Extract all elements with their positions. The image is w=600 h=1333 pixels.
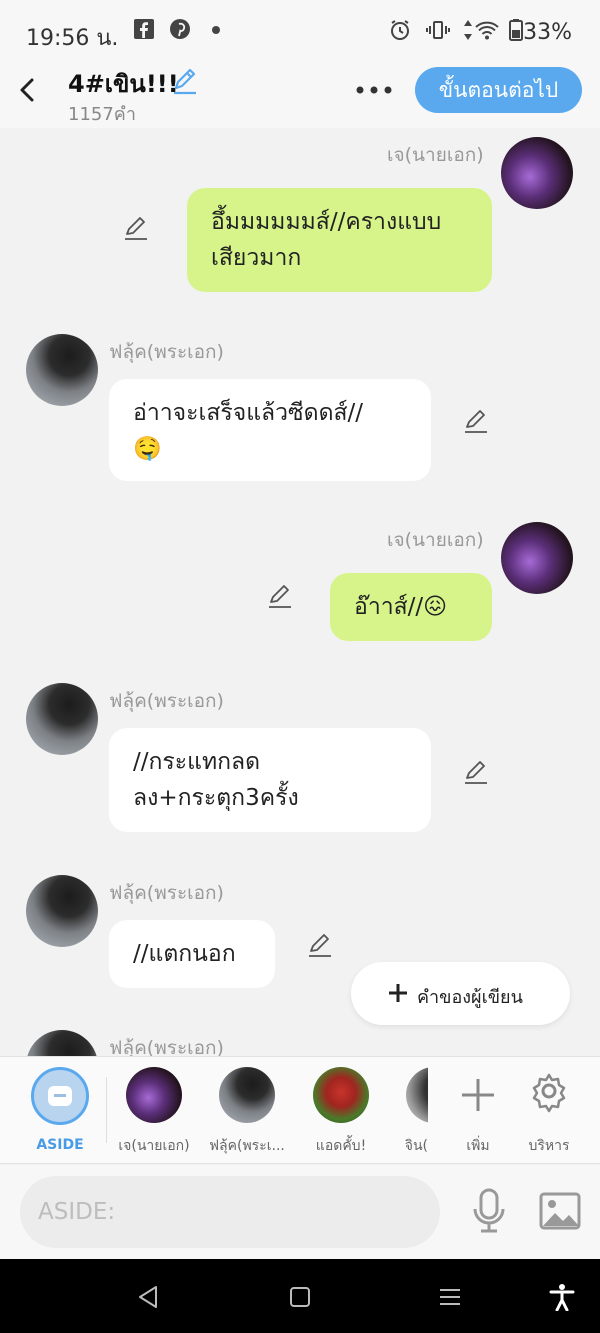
character-label: ASIDE [36,1137,84,1153]
alarm-icon [388,18,412,42]
character-label: บริหาร [528,1138,570,1154]
edit-title-pencil-icon[interactable] [170,66,200,96]
character-jin[interactable]: จิน( [372,1067,428,1157]
status-bar: 19:56 น. 33% [0,0,600,66]
avatar-jay[interactable] [501,522,573,594]
character-aside[interactable]: ASIDE [15,1067,105,1153]
message-sender: ฟลุ้ค(พระเอก) [109,882,224,904]
message-text-line: อ่าาจะเสร็จแล้วซีดดส์// [133,400,364,426]
message-text-line: //แตกนอก [133,941,236,967]
edit-message-pencil-icon[interactable] [306,931,334,959]
author-note-button[interactable]: คำของผู้เขียน [351,962,570,1025]
dot-icon [204,18,228,42]
navigation-bar [0,1259,600,1333]
avatar [219,1067,275,1123]
message-bubble[interactable]: //กระแทกลด ลง+กระตุก3ครั้ง [109,728,431,832]
avatar [406,1067,428,1123]
character-fluke[interactable]: ฟลุ้ค(พระเ... [202,1067,292,1157]
edit-message-pencil-icon[interactable] [462,758,490,786]
plus-icon [450,1067,506,1123]
message-text-line: 🤤 [133,436,162,462]
message-text-line: อึ้มมมมมมส์//ครางแบบ [211,209,442,235]
next-step-button[interactable]: ขั้นตอนต่อไป [415,67,582,113]
accessibility-icon[interactable] [548,1283,576,1312]
avatar-fluke[interactable] [26,683,98,755]
divider [106,1077,107,1143]
message-text-line: เสียวมาก [211,245,302,271]
chat-area[interactable]: เจ(นายเอก) อึ้มมมมมมส์//ครางแบบ เสียวมาก… [0,128,600,1056]
message-sender: ฟลุ้ค(พระเอก) [109,1037,224,1056]
character-label: จิน( [404,1138,428,1154]
edit-message-pencil-icon[interactable] [266,582,294,610]
message-sender: เจ(นายเอก) [387,529,484,551]
message-bubble[interactable]: //แตกนอก [109,920,275,988]
message-input[interactable] [20,1176,440,1248]
back-button[interactable] [12,72,44,108]
home-square-icon[interactable] [286,1283,314,1311]
back-triangle-icon[interactable] [134,1283,162,1311]
pinterest-icon [168,18,192,42]
avatar-fluke[interactable] [26,1030,98,1056]
message-text-line: ลง+กระตุก3ครั้ง [133,785,299,811]
message-sender: เจ(นายเอก) [387,144,484,166]
character-label: เจ(นายเอก) [118,1138,190,1154]
author-note-label: คำของผู้เขียน [417,987,523,1008]
avatar-jay[interactable] [501,137,573,209]
message-text-line: อ๊าาส์//😖 [354,594,448,620]
avatar [313,1067,369,1123]
image-icon[interactable] [538,1191,582,1231]
gear-icon [521,1067,577,1123]
manage-characters-button[interactable]: บริหาร [504,1067,594,1157]
message-text-line: //กระแทกลด [133,749,261,775]
vibrate-icon [426,18,450,42]
plus-icon [387,982,409,1004]
more-options-icon[interactable] [354,76,394,104]
status-time: 19:56 น. [26,26,119,51]
edit-message-pencil-icon[interactable] [122,214,150,242]
character-jay[interactable]: เจ(นายเอก) [109,1067,199,1157]
avatar-fluke[interactable] [26,875,98,947]
word-count: 1157คำ [68,104,136,125]
avatar-fluke[interactable] [26,334,98,406]
character-bar: ASIDE เจ(นายเอก) ฟลุ้ค(พระเ... แอดคั้บ! … [0,1056,600,1164]
facebook-icon [132,18,156,42]
story-title[interactable]: 4#เขิน!!! [68,64,179,103]
message-sender: ฟลุ้ค(พระเอก) [109,341,224,363]
message-sender: ฟลุ้ค(พระเอก) [109,690,224,712]
header: 4#เขิน!!! 1157คำ ขั้นตอนต่อไป [0,58,600,128]
avatar [126,1067,182,1123]
input-bar [0,1165,600,1259]
wifi-icon [474,18,499,42]
recent-apps-icon[interactable] [436,1283,464,1311]
aside-chat-icon [31,1067,89,1125]
edit-message-pencil-icon[interactable] [462,407,490,435]
character-label: ฟลุ้ค(พระเ... [209,1138,285,1154]
battery-percent: 33% [523,20,572,45]
message-bubble[interactable]: อ่าาจะเสร็จแล้วซีดดส์// 🤤 [109,379,431,481]
message-bubble[interactable]: อึ้มมมมมมส์//ครางแบบ เสียวมาก [187,188,492,292]
message-bubble[interactable]: อ๊าาส์//😖 [330,573,492,641]
microphone-icon[interactable] [470,1187,508,1235]
